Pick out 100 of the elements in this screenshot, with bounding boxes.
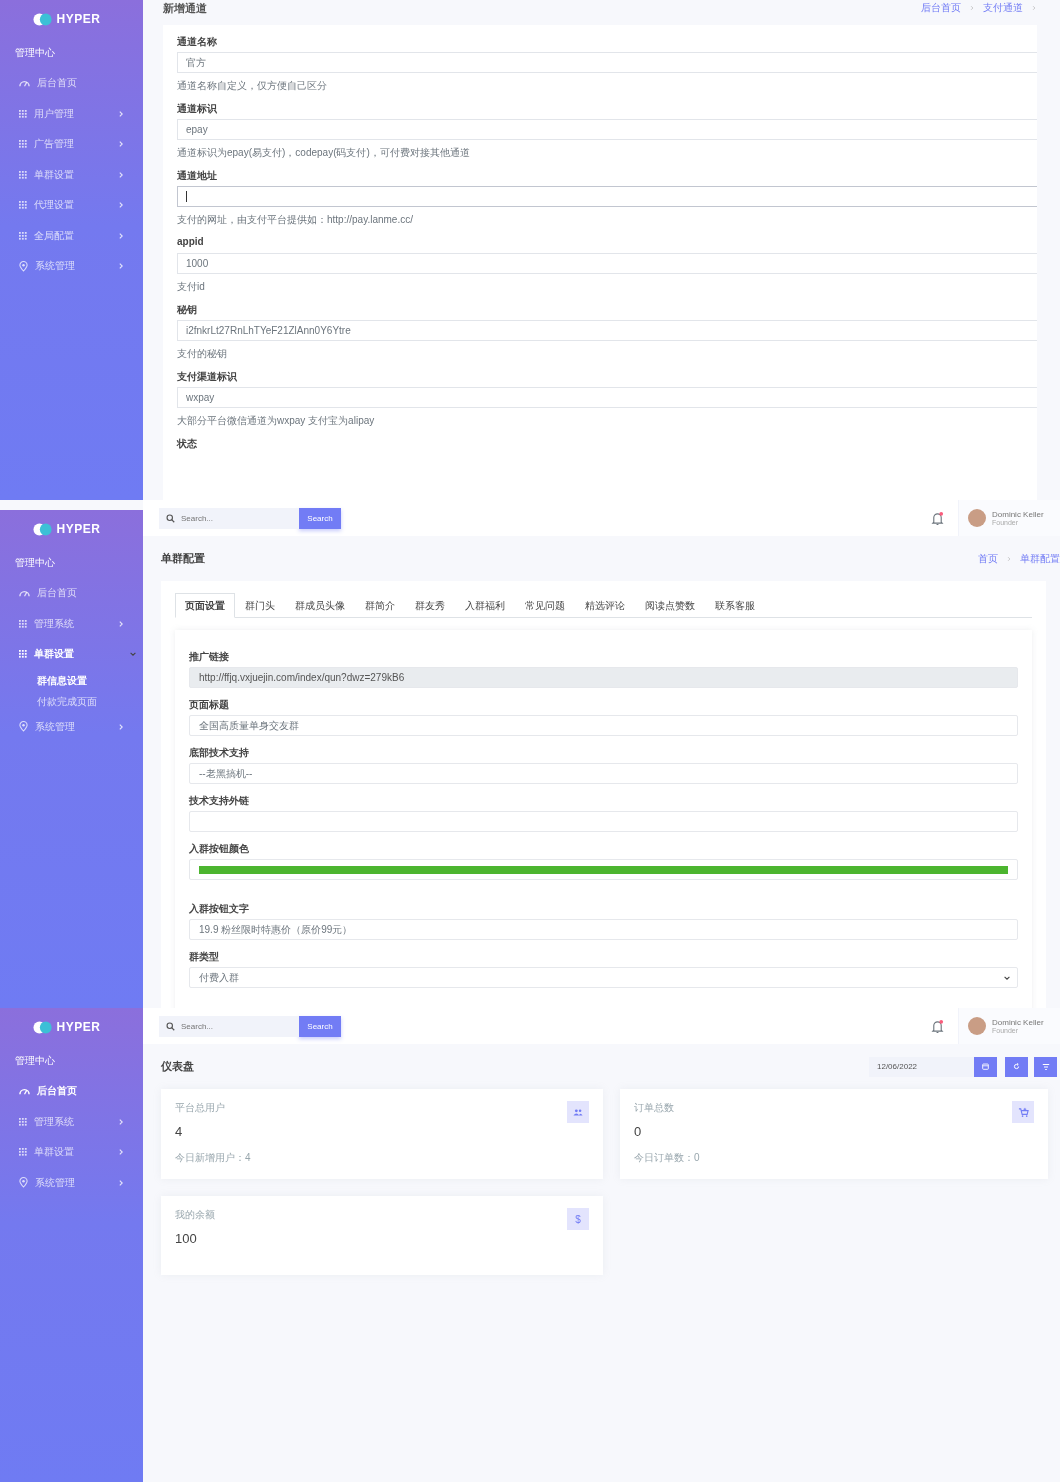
help-text: 支付的秘钥 xyxy=(177,347,228,361)
help-text: 大部分平台微信通道为wxpay 支付宝为alipay xyxy=(177,414,376,428)
input-field[interactable]: 19.9 粉丝限时特惠价（原价99元） xyxy=(189,919,1018,940)
nav-item[interactable]: 后台首页 xyxy=(0,578,143,609)
field-label: 支付渠道标识 xyxy=(177,370,238,383)
select-field[interactable]: 付费入群 xyxy=(189,967,1018,988)
input-field[interactable]: 官方 xyxy=(177,52,1037,73)
nav-item[interactable]: 管理系统 xyxy=(0,608,143,639)
location-pin-icon xyxy=(19,260,28,272)
input-field[interactable]: 全国高质量单身交友群 xyxy=(189,715,1018,736)
tab[interactable]: 阅读点赞数 xyxy=(635,593,705,618)
bell-icon[interactable] xyxy=(931,1018,944,1034)
brand-name: HYPER xyxy=(56,522,101,536)
filter-button[interactable] xyxy=(1034,1056,1057,1077)
nav-subitem[interactable]: 付款完成页面 xyxy=(0,690,143,712)
avatar xyxy=(968,1017,986,1035)
nav-subitem[interactable]: 群信息设置 xyxy=(0,669,143,691)
field-label: 推广链接 xyxy=(189,650,230,663)
tab[interactable]: 群成员头像 xyxy=(285,593,355,618)
brand-name: HYPER xyxy=(56,12,101,26)
field-label: 秘钥 xyxy=(177,303,198,316)
help-text: 支付id xyxy=(177,280,206,294)
calendar-icon xyxy=(982,1063,989,1070)
search-button[interactable]: Search xyxy=(299,507,341,529)
breadcrumb-link[interactable]: 支付通道 xyxy=(983,1,1023,15)
breadcrumb-link[interactable]: 单群配置 xyxy=(1020,551,1060,566)
nav-item[interactable]: 后台首页 xyxy=(0,1076,143,1107)
nav-item[interactable]: 单群设置 xyxy=(0,639,143,670)
nav-item[interactable]: 用户管理 xyxy=(0,98,143,129)
grid-icon xyxy=(19,201,27,210)
nav-section-title: 管理中心 xyxy=(15,1054,56,1068)
user-name: Dominic Keller xyxy=(992,1018,1044,1027)
input-field[interactable]: --老黑搞机-- xyxy=(189,763,1018,784)
grid-icon xyxy=(19,650,27,659)
input-field[interactable] xyxy=(177,186,1037,207)
tab[interactable]: 入群福利 xyxy=(455,593,515,618)
tab[interactable]: 群门头 xyxy=(235,593,285,618)
calendar-button[interactable] xyxy=(974,1056,997,1077)
nav-item[interactable]: 单群设置 xyxy=(0,159,143,190)
page-title: 单群配置 xyxy=(161,551,205,566)
stat-title: 订单总数 xyxy=(634,1101,675,1115)
tab[interactable]: 页面设置 xyxy=(175,593,235,618)
refresh-button[interactable] xyxy=(1005,1056,1028,1077)
stat-value: 100 xyxy=(175,1231,198,1246)
breadcrumb-link[interactable]: 首页 xyxy=(978,551,998,566)
user-name: Dominic Keller xyxy=(992,510,1044,519)
nav-section-title: 管理中心 xyxy=(15,46,56,60)
location-pin-icon xyxy=(19,721,28,733)
bell-icon[interactable] xyxy=(931,510,944,526)
input-field[interactable] xyxy=(189,811,1018,832)
chevron-icon xyxy=(1031,5,1037,11)
search-field[interactable]: Search... xyxy=(159,507,299,529)
input-field[interactable]: 1000 xyxy=(177,253,1037,274)
logo-icon xyxy=(32,1020,53,1034)
nav-item[interactable]: 单群设置 xyxy=(0,1137,143,1168)
nav-item[interactable]: 后台首页 xyxy=(0,68,143,99)
tab[interactable]: 精选评论 xyxy=(575,593,635,618)
field-label: 通道地址 xyxy=(177,169,218,182)
search-button[interactable]: Search xyxy=(299,1015,341,1037)
field-label: 技术支持外链 xyxy=(189,794,250,807)
logo-icon xyxy=(32,522,53,536)
tab[interactable]: 常见问题 xyxy=(515,593,575,618)
tab[interactable]: 群简介 xyxy=(355,593,405,618)
page-title: 仪表盘 xyxy=(161,1059,194,1074)
tab[interactable]: 群友秀 xyxy=(405,593,455,618)
nav-item[interactable]: 系统管理 xyxy=(0,711,143,742)
page-title: 新增通道 xyxy=(163,1,207,16)
gauge-icon xyxy=(19,79,30,88)
nav-item[interactable]: 系统管理 xyxy=(0,1167,143,1198)
date-field[interactable]: 12/06/2022 xyxy=(869,1056,974,1077)
color-field[interactable] xyxy=(189,859,1018,880)
field-label: 入群按钮文字 xyxy=(189,902,250,915)
search-icon xyxy=(166,513,175,523)
field-label: appid xyxy=(177,236,205,249)
nav-item[interactable]: 全局配置 xyxy=(0,220,143,251)
breadcrumb-link[interactable]: 后台首页 xyxy=(921,1,961,15)
stat-subtext: 今日新增用户：4 xyxy=(175,1151,251,1165)
input-field[interactable]: epay xyxy=(177,119,1037,140)
nav-item[interactable]: 广告管理 xyxy=(0,129,143,160)
grid-icon xyxy=(19,231,27,240)
grid-icon xyxy=(19,1148,27,1157)
grid-icon xyxy=(19,619,27,628)
field-label: 入群按钮颜色 xyxy=(189,842,250,855)
chevron-icon xyxy=(1006,555,1012,562)
field-label: 页面标题 xyxy=(189,698,230,711)
field-label: 通道标识 xyxy=(177,102,218,115)
stat-title: 平台总用户 xyxy=(175,1101,226,1115)
search-field[interactable]: Search... xyxy=(159,1015,299,1037)
nav-item[interactable]: 系统管理 xyxy=(0,251,143,282)
field-label: 群类型 xyxy=(189,950,220,963)
tab[interactable]: 联系客服 xyxy=(705,593,765,618)
grid-icon xyxy=(19,140,27,149)
input-field[interactable]: wxpay xyxy=(177,387,1037,408)
stat-value: 0 xyxy=(634,1124,643,1139)
stat-subtext: 今日订单数：0 xyxy=(634,1151,700,1165)
filter-icon xyxy=(1041,1062,1050,1071)
nav-item[interactable]: 代理设置 xyxy=(0,190,143,221)
brand-name: HYPER xyxy=(56,1020,101,1034)
nav-item[interactable]: 管理系统 xyxy=(0,1106,143,1137)
input-field[interactable]: i2fnkrLt27RnLhTYeF21ZlAnn0Y6Ytre xyxy=(177,320,1037,341)
